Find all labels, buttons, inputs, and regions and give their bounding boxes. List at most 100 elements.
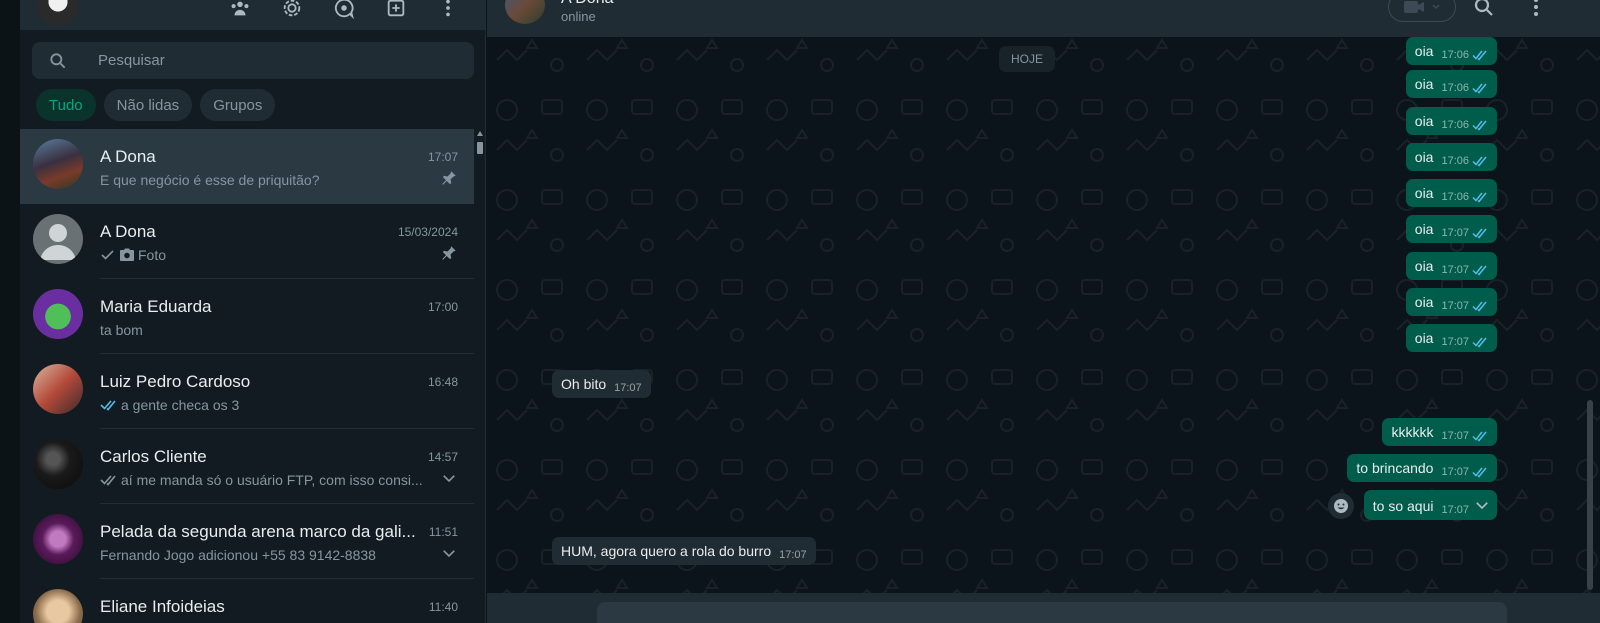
avatar	[33, 589, 83, 623]
chat-name: A Dona	[100, 222, 156, 241]
message-outgoing[interactable]: kkkkkk 17:07	[1382, 418, 1497, 446]
double-check-icon	[100, 400, 116, 411]
message-list: HOJE oia 17:06 oia 17:06 oia 17:06 oia 17:06…	[487, 37, 1600, 593]
read-ticks-icon	[1472, 50, 1487, 61]
sidebar: Tudo Não lidas Grupos A Dona 17:07 E que…	[20, 0, 486, 623]
chat-item[interactable]: Carlos Cliente 14:57 aí me manda só o us…	[20, 429, 474, 504]
profile-avatar[interactable]	[38, 0, 78, 26]
search-icon[interactable]	[1472, 0, 1496, 19]
chat-item[interactable]: A Dona 15/03/2024 Foto	[20, 204, 474, 279]
message-outgoing[interactable]: oia 17:07	[1405, 324, 1497, 352]
message-incoming[interactable]: Oh bito 17:07	[552, 370, 651, 398]
message-time: 17:07	[614, 382, 642, 394]
new-chat-icon[interactable]	[384, 0, 408, 20]
chat-preview: a gente checa os 3	[100, 397, 239, 413]
contact-name[interactable]: A Dona	[561, 0, 613, 8]
message-text: oia	[1414, 258, 1434, 274]
message-outgoing[interactable]: oia 17:06	[1405, 70, 1497, 98]
emoji-reaction-icon[interactable]	[1328, 493, 1354, 519]
search-input[interactable]	[98, 42, 458, 79]
chat-item[interactable]: Pelada da segunda arena marco da gali...…	[20, 504, 474, 579]
whatsapp-window: Tudo Não lidas Grupos A Dona 17:07 E que…	[0, 0, 1600, 623]
message-outgoing[interactable]: to brincando 17:07	[1347, 454, 1497, 482]
chat-list: A Dona 17:07 E que negócio é esse de pri…	[20, 129, 474, 623]
message-outgoing[interactable]: oia 17:06	[1405, 179, 1497, 207]
status-icon[interactable]	[280, 0, 304, 20]
message-text: oia	[1414, 330, 1434, 346]
message-text: to brincando	[1356, 460, 1434, 476]
message-time: 17:06	[1441, 155, 1469, 167]
message-text: to so aqui	[1372, 498, 1434, 514]
contact-avatar[interactable]	[505, 0, 545, 24]
chat-time: 15/03/2024	[397, 225, 458, 239]
message-text: oia	[1414, 43, 1434, 59]
message-outgoing[interactable]: oia 17:06	[1405, 107, 1497, 135]
read-ticks-icon	[1472, 192, 1487, 203]
chat-item[interactable]: A Dona 17:07 E que negócio é esse de pri…	[20, 129, 474, 204]
avatar	[33, 439, 83, 489]
message-time: 17:07	[1441, 264, 1469, 276]
message-input[interactable]	[597, 602, 1507, 623]
read-ticks-icon	[1472, 228, 1487, 239]
conversation-header[interactable]: A Dona online	[487, 0, 1600, 37]
menu-icon[interactable]	[436, 0, 460, 20]
message-text: oia	[1414, 76, 1434, 92]
conversation-scrollbar[interactable]	[1587, 400, 1593, 590]
chat-preview-text: ta bom	[100, 322, 143, 338]
chat-name: Carlos Cliente	[100, 447, 207, 466]
chat-preview-text: E que negócio é esse de priquitão?	[100, 172, 320, 188]
chevron-down-icon[interactable]	[1473, 496, 1491, 514]
pin-icon	[442, 246, 456, 260]
avatar	[33, 364, 83, 414]
chat-preview-text: Fernando Jogo adicionou +55 83 9142-8838	[100, 547, 376, 563]
read-ticks-icon	[1472, 120, 1487, 131]
date-separator: HOJE	[999, 46, 1056, 72]
message-time: 17:07	[1441, 504, 1469, 516]
message-text: oia	[1414, 221, 1434, 237]
pin-icon	[442, 171, 456, 185]
filter-chip-unread[interactable]: Não lidas	[103, 89, 193, 121]
avatar	[33, 514, 83, 564]
sidebar-scroll-thumb[interactable]	[477, 142, 483, 154]
message-incoming[interactable]: HUM, agora quero a rola do burro 17:07	[552, 537, 816, 565]
video-camera-icon	[1404, 1, 1424, 13]
chevron-down-icon[interactable]	[440, 544, 458, 562]
message-text: Oh bito	[561, 376, 607, 392]
filter-chip-all[interactable]: Tudo	[36, 89, 96, 121]
message-time: 17:07	[1441, 466, 1469, 478]
message-outgoing[interactable]: to so aqui 17:07	[1363, 490, 1497, 520]
camera-icon	[120, 248, 134, 261]
read-ticks-icon	[1472, 83, 1487, 94]
chat-item[interactable]: Luiz Pedro Cardoso 16:48 a gente checa o…	[20, 354, 474, 429]
read-ticks-icon	[1472, 156, 1487, 167]
chat-time: 16:48	[427, 375, 458, 389]
chat-preview-text: a gente checa os 3	[121, 397, 240, 413]
message-time: 17:07	[1441, 300, 1469, 312]
conversation-panel: A Dona online HOJE oia 17:06 oia 17:06 oia…	[487, 0, 1600, 623]
channels-icon[interactable]	[332, 0, 356, 20]
filter-chips: Tudo Não lidas Grupos	[36, 89, 276, 121]
chevron-down-icon[interactable]	[440, 469, 458, 487]
chat-time: 17:00	[427, 300, 458, 314]
search-box[interactable]	[32, 42, 474, 79]
filter-chip-groups[interactable]: Grupos	[200, 89, 276, 121]
scroll-up-arrow[interactable]	[477, 131, 483, 136]
chat-preview: ta bom	[100, 322, 143, 338]
sidebar-scrollbar[interactable]	[475, 129, 485, 623]
message-text: oia	[1414, 113, 1434, 129]
message-outgoing[interactable]: oia 17:06	[1405, 37, 1497, 65]
chat-item[interactable]: Maria Eduarda 17:00 ta bom	[20, 279, 474, 354]
message-outgoing[interactable]: oia 17:06	[1405, 143, 1497, 171]
contact-status: online	[561, 9, 596, 24]
message-outgoing[interactable]: oia 17:07	[1405, 252, 1497, 280]
chat-preview-text: aí me manda só o usuário FTP, com isso c…	[121, 472, 423, 488]
chat-preview: aí me manda só o usuário FTP, com isso c…	[100, 472, 423, 488]
message-outgoing[interactable]: oia 17:07	[1405, 215, 1497, 243]
chat-item[interactable]: Eliane Infoideias 11:40	[20, 579, 474, 623]
video-call-button[interactable]	[1388, 0, 1456, 22]
menu-icon[interactable]	[1524, 0, 1548, 19]
message-text: oia	[1414, 149, 1434, 165]
chat-time: 11:40	[428, 600, 458, 614]
communities-icon[interactable]	[228, 0, 252, 20]
message-outgoing[interactable]: oia 17:07	[1405, 288, 1497, 316]
